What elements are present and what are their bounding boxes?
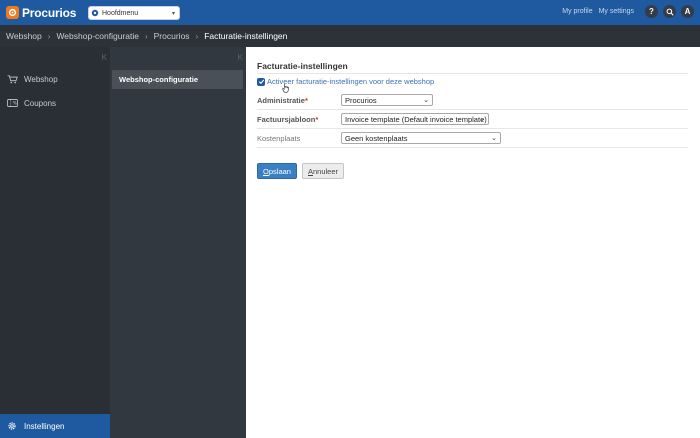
search-icon bbox=[666, 8, 674, 16]
breadcrumb-item-webshop[interactable]: Webshop bbox=[6, 31, 42, 41]
subnav-collapse-icon[interactable]: K bbox=[238, 53, 243, 62]
help-icon: ? bbox=[649, 7, 654, 16]
page-title: Facturatie-instellingen bbox=[257, 61, 348, 71]
factuursjabloon-label: Factuursjabloon* bbox=[257, 115, 319, 124]
administratie-row: Administratie* Procurios ⌄ bbox=[257, 91, 688, 110]
kostenplaats-value: Geen kostenplaats bbox=[345, 133, 408, 143]
chevron-down-icon: ⌄ bbox=[479, 116, 485, 123]
sidebar-item-label: Coupons bbox=[24, 98, 57, 108]
chevron-down-icon: ⌄ bbox=[491, 135, 497, 142]
avatar[interactable]: A bbox=[681, 5, 694, 18]
main-content: Facturatie-instellingen Activeer factura… bbox=[246, 47, 700, 438]
main-menu-label: Hoofdmenu bbox=[102, 9, 139, 17]
kostenplaats-label: Kostenplaats bbox=[257, 134, 301, 143]
factuursjabloon-value: Invoice template (Default invoice templa… bbox=[345, 114, 487, 124]
sidebar-item-label: Instellingen bbox=[24, 421, 65, 431]
top-bar: Procurios Hoofdmenu ▾ My profile My sett… bbox=[0, 0, 700, 25]
sidebar-collapse-icon[interactable]: K bbox=[102, 53, 107, 62]
sidebar: K Webshop % Coupons bbox=[0, 47, 110, 438]
factuursjabloon-select[interactable]: Invoice template (Default invoice templa… bbox=[341, 113, 489, 125]
title-divider bbox=[257, 73, 688, 74]
cancel-button[interactable]: Annuleer bbox=[302, 163, 344, 179]
administratie-value: Procurios bbox=[345, 95, 377, 105]
administratie-label: Administratie* bbox=[257, 96, 308, 105]
logo-text: Procurios bbox=[22, 5, 77, 20]
sidebar-item-webshop[interactable]: Webshop bbox=[0, 69, 110, 89]
my-settings-link[interactable]: My settings bbox=[599, 8, 634, 15]
subnav-item-webshop-configuratie[interactable]: Webshop-configuratie bbox=[112, 70, 243, 89]
chevron-down-icon: ⌄ bbox=[423, 97, 429, 104]
kostenplaats-select[interactable]: Geen kostenplaats ⌄ bbox=[341, 132, 501, 144]
breadcrumb-separator-icon: › bbox=[144, 31, 148, 41]
administratie-select[interactable]: Procurios ⌄ bbox=[341, 94, 433, 106]
main-menu-dropdown[interactable]: Hoofdmenu ▾ bbox=[88, 6, 180, 20]
avatar-initial: A bbox=[684, 7, 691, 16]
sidebar-item-label: Webshop bbox=[24, 74, 58, 84]
coupon-icon: % bbox=[7, 99, 18, 108]
breadcrumb-item-procurios[interactable]: Procurios bbox=[154, 31, 190, 41]
kostenplaats-row: Kostenplaats Geen kostenplaats ⌄ bbox=[257, 129, 688, 148]
factuursjabloon-row: Factuursjabloon* Invoice template (Defau… bbox=[257, 110, 688, 129]
svg-text:%: % bbox=[13, 101, 17, 107]
save-button[interactable]: Opslaan bbox=[257, 163, 297, 179]
cart-icon bbox=[7, 74, 18, 84]
logo-gear-icon bbox=[6, 6, 19, 19]
gear-icon bbox=[7, 421, 17, 431]
checkmark-icon bbox=[258, 79, 264, 85]
sidebar-item-instellingen[interactable]: Instellingen bbox=[0, 414, 110, 438]
breadcrumb-item-current: Facturatie-instellingen bbox=[204, 31, 288, 41]
chevron-down-icon: ▾ bbox=[171, 11, 175, 17]
menu-globe-icon bbox=[91, 9, 99, 17]
breadcrumb-separator-icon: › bbox=[195, 31, 199, 41]
help-button[interactable]: ? bbox=[645, 5, 658, 18]
sidebar-item-coupons[interactable]: % Coupons bbox=[0, 93, 110, 113]
procurios-logo[interactable]: Procurios bbox=[6, 6, 76, 20]
breadcrumb-separator-icon: › bbox=[47, 31, 51, 41]
sub-navigation: K Webshop-configuratie bbox=[110, 47, 246, 438]
breadcrumb: Webshop › Webshop-configuratie › Procuri… bbox=[0, 25, 700, 47]
enable-invoicing-checkbox[interactable] bbox=[257, 77, 265, 86]
enable-invoicing-label[interactable]: Activeer facturatie-instellingen voor de… bbox=[267, 77, 434, 86]
my-profile-link[interactable]: My profile bbox=[562, 8, 592, 15]
search-button[interactable] bbox=[663, 5, 676, 18]
breadcrumb-item-webshop-configuratie[interactable]: Webshop-configuratie bbox=[56, 31, 139, 41]
